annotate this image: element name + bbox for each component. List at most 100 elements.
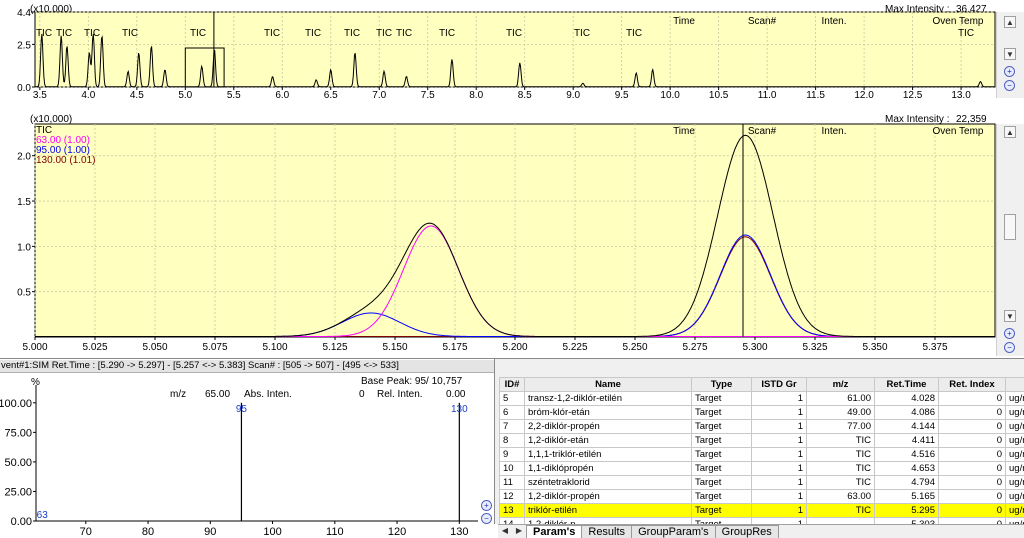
col-header-unit[interactable] xyxy=(1005,377,1024,392)
cell-rettime[interactable]: 5.295 xyxy=(874,503,939,518)
cell-type[interactable]: Target xyxy=(691,447,752,462)
zoom-scrollbar[interactable]: ▲ ▼ + − xyxy=(996,124,1024,356)
cell-rettime[interactable]: 4.028 xyxy=(874,391,939,406)
cell-id[interactable]: 11 xyxy=(499,475,525,490)
zoom-in-icon[interactable]: + xyxy=(481,500,492,511)
cell-retindex[interactable]: 0 xyxy=(938,405,1006,420)
table-row[interactable]: 5 transz-1,2-diklór-etilén Target 1 61.00 4.0… xyxy=(499,391,1024,406)
spectrum-chart[interactable]: 0.00 25.00 50.00 75.00 100.00 70 80 90 100 110 120… xyxy=(0,359,494,538)
table-row[interactable]: 11széntetrakloridTarget1TIC4.7940ug/m xyxy=(499,475,1024,490)
cell-id[interactable]: 5 xyxy=(499,391,525,406)
scroll-up-icon[interactable]: ▲ xyxy=(1004,16,1016,28)
cell-retindex[interactable]: 0 xyxy=(938,503,1006,518)
cell-retindex[interactable]: 0 xyxy=(938,461,1006,476)
overview-chart[interactable]: 3.5 4.0 4.5 5.0 5.5 6.0 6.5 7.0 7.5 8.0 8.5 9.0 9.5 1… xyxy=(0,0,996,98)
cell-type[interactable]: Target xyxy=(691,503,752,518)
cell-rettime[interactable]: 4.794 xyxy=(874,475,939,490)
cell-istd[interactable]: 1 xyxy=(751,405,807,420)
cell-rettime[interactable]: 5.165 xyxy=(874,489,939,504)
cell-retindex[interactable]: 0 xyxy=(938,475,1006,490)
cell-istd[interactable]: 1 xyxy=(751,447,807,462)
tab-params[interactable]: Param's xyxy=(526,525,583,538)
tab-group-params[interactable]: GroupParam's xyxy=(631,525,716,538)
table-row[interactable]: 12 1,2-diklór-propén Target 1 63.00 5.165 0 ug/… xyxy=(499,489,1024,504)
tab-scroll-right-icon[interactable]: ▶ xyxy=(512,525,526,538)
cell-unit[interactable]: ug/m xyxy=(1005,475,1024,490)
cell-istd[interactable]: 1 xyxy=(751,433,807,448)
table-row[interactable]: 13triklór-etilénTarget1TIC5.2950ug/m xyxy=(499,503,1024,518)
overview-scrollbar[interactable]: ▲ ▼ + − xyxy=(996,12,1024,98)
cell-istd[interactable]: 1 xyxy=(751,391,807,406)
cell-id[interactable]: 9 xyxy=(499,447,525,462)
col-header-mz[interactable]: m/z xyxy=(806,377,875,392)
tab-scroll-left-icon[interactable]: ◀ xyxy=(498,525,512,538)
cell-type[interactable]: Target xyxy=(691,475,752,490)
cell-name[interactable]: 1,1,1-triklór-etilén xyxy=(524,447,692,462)
cell-unit[interactable]: ug/m xyxy=(1005,433,1024,448)
cell-name[interactable]: 1,1-diklópropén xyxy=(524,461,692,476)
cell-rettime[interactable]: 4.144 xyxy=(874,419,939,434)
cell-mz[interactable]: 77.00 xyxy=(806,419,875,434)
cell-unit[interactable]: ug/m xyxy=(1005,461,1024,476)
table-row[interactable]: 6bróm-klór-etánTarget149.004.0860ug/m xyxy=(499,405,1024,420)
zoomed-chart[interactable]: 5.000 5.025 5.050 5.075 5.100 5.125 5.150 5.175… xyxy=(0,110,996,358)
cell-mz[interactable]: 49.00 xyxy=(806,405,875,420)
cell-type[interactable]: Target xyxy=(691,433,752,448)
cell-mz[interactable]: 63.00 xyxy=(806,489,875,504)
table-row[interactable]: 72,2-diklór-propénTarget177.004.1440ug/m xyxy=(499,419,1024,434)
cell-mz[interactable]: TIC xyxy=(806,433,875,448)
col-header-retindex[interactable]: Ret. Index xyxy=(938,377,1006,392)
col-header-name[interactable]: Name xyxy=(524,377,692,392)
scroll-down-icon[interactable]: ▼ xyxy=(1004,48,1016,60)
cell-type[interactable]: Target xyxy=(691,489,752,504)
tab-group-results[interactable]: GroupRes xyxy=(714,525,779,538)
tab-results[interactable]: Results xyxy=(581,525,633,538)
cell-rettime[interactable]: 4.516 xyxy=(874,447,939,462)
cell-mz[interactable]: 61.00 xyxy=(806,391,875,406)
cell-mz[interactable]: TIC xyxy=(806,461,875,476)
table-row[interactable]: 81,2-diklór-etánTarget1TIC4.4110ug/m xyxy=(499,433,1024,448)
cell-type[interactable]: Target xyxy=(691,405,752,420)
col-header-istd[interactable]: ISTD Gr xyxy=(751,377,807,392)
col-header-type[interactable]: Type xyxy=(691,377,752,392)
cell-unit[interactable]: ug/m xyxy=(1005,447,1024,462)
cell-rettime[interactable]: 4.411 xyxy=(874,433,939,448)
zoom-out-icon[interactable]: − xyxy=(1004,80,1015,91)
cell-name[interactable]: bróm-klór-etán xyxy=(524,405,692,420)
cell-mz[interactable]: TIC xyxy=(806,475,875,490)
cell-unit[interactable]: ug/m xyxy=(1005,391,1024,406)
cell-type[interactable]: Target xyxy=(691,419,752,434)
cell-name[interactable]: 1,2-diklór-propén xyxy=(524,489,692,504)
cell-mz[interactable]: TIC xyxy=(806,503,875,518)
cell-id[interactable]: 7 xyxy=(499,419,525,434)
cell-unit[interactable]: ug/m xyxy=(1005,405,1024,420)
cell-rettime[interactable]: 4.086 xyxy=(874,405,939,420)
scroll-down-icon[interactable]: ▼ xyxy=(1004,310,1016,322)
cell-mz[interactable]: TIC xyxy=(806,447,875,462)
table-row[interactable]: 101,1-diklópropénTarget1TIC4.6530ug/m xyxy=(499,461,1024,476)
zoom-in-icon[interactable]: + xyxy=(1004,66,1015,77)
cell-retindex[interactable]: 0 xyxy=(938,433,1006,448)
col-header-id[interactable]: ID# xyxy=(499,377,525,392)
cell-istd[interactable]: 1 xyxy=(751,475,807,490)
zoom-out-icon[interactable]: − xyxy=(481,513,492,524)
cell-name[interactable]: transz-1,2-diklór-etilén xyxy=(524,391,692,406)
cell-retindex[interactable]: 0 xyxy=(938,489,1006,504)
cell-id[interactable]: 8 xyxy=(499,433,525,448)
cell-rettime[interactable]: 4.653 xyxy=(874,461,939,476)
cell-istd[interactable]: 1 xyxy=(751,489,807,504)
cell-retindex[interactable]: 0 xyxy=(938,447,1006,462)
cell-id[interactable]: 6 xyxy=(499,405,525,420)
cell-unit[interactable]: ug/m xyxy=(1005,419,1024,434)
cell-id[interactable]: 12 xyxy=(499,489,525,504)
cell-name[interactable]: 1,2-diklór-etán xyxy=(524,433,692,448)
scroll-thumb[interactable] xyxy=(1004,214,1016,240)
cell-retindex[interactable]: 0 xyxy=(938,391,1006,406)
cell-name[interactable]: triklór-etilén xyxy=(524,503,692,518)
cell-type[interactable]: Target xyxy=(691,391,752,406)
zoom-out-icon[interactable]: − xyxy=(1004,342,1015,353)
zoom-in-icon[interactable]: + xyxy=(1004,328,1015,339)
col-header-rettime[interactable]: Ret.Time xyxy=(874,377,939,392)
cell-retindex[interactable]: 0 xyxy=(938,419,1006,434)
cell-unit[interactable]: ug/m xyxy=(1005,503,1024,518)
